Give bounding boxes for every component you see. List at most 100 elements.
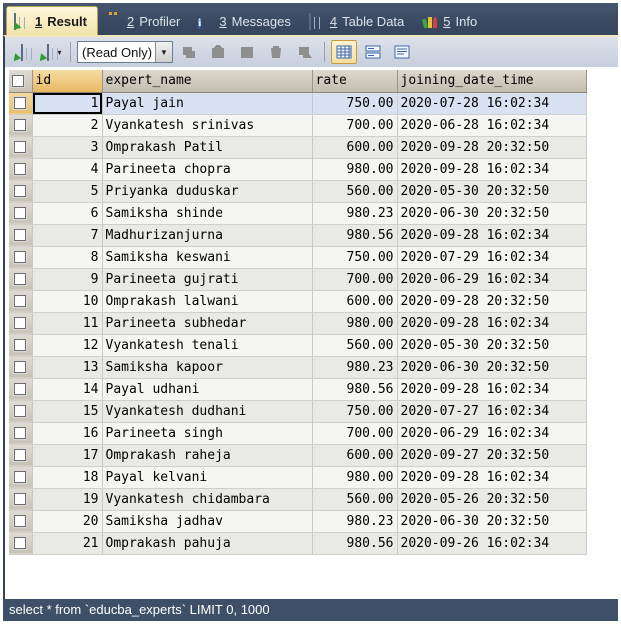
cell-joining-date-time[interactable]: 2020-09-28 16:02:34 <box>397 158 587 181</box>
cell-expert-name[interactable]: Madhurizanjurna <box>102 224 313 247</box>
table-row[interactable]: 9 Parineeta gujrati 700.00 2020-06-29 16… <box>9 268 587 291</box>
cell-rate[interactable]: 980.23 <box>312 356 398 379</box>
cell-joining-date-time[interactable]: 2020-09-28 16:02:34 <box>397 224 587 247</box>
table-row[interactable]: 11 Parineeta subhedar 980.00 2020-09-28 … <box>9 312 587 335</box>
cell-expert-name[interactable]: Vyankatesh tenali <box>102 334 313 357</box>
cell-rate[interactable]: 700.00 <box>312 422 398 445</box>
row-select-cell[interactable] <box>9 290 33 313</box>
cell-joining-date-time[interactable]: 2020-09-28 16:02:34 <box>397 466 587 489</box>
grid-view-button[interactable] <box>331 40 357 64</box>
cell-id[interactable]: 6 <box>32 202 103 225</box>
row-select-cell[interactable] <box>9 400 33 423</box>
cell-joining-date-time[interactable]: 2020-06-30 20:32:50 <box>397 202 587 225</box>
table-row[interactable]: 20 Samiksha jadhav 980.23 2020-06-30 20:… <box>9 510 587 533</box>
row-select-cell[interactable] <box>9 466 33 489</box>
row-select-cell[interactable] <box>9 246 33 269</box>
row-checkbox[interactable] <box>14 119 27 131</box>
tab-info[interactable]: 5 Info <box>415 8 487 35</box>
form-view-button[interactable] <box>360 40 386 64</box>
row-checkbox[interactable] <box>14 97 27 109</box>
cell-expert-name[interactable]: Payal kelvani <box>102 466 313 489</box>
row-select-cell[interactable] <box>9 224 33 247</box>
cell-expert-name[interactable]: Payal jain <box>102 92 313 115</box>
cell-expert-name[interactable]: Parineeta gujrati <box>102 268 313 291</box>
cell-expert-name[interactable]: Samiksha keswani <box>102 246 313 269</box>
cell-rate[interactable]: 560.00 <box>312 334 398 357</box>
cell-id[interactable]: 13 <box>32 356 103 379</box>
row-checkbox[interactable] <box>14 493 27 505</box>
row-checkbox[interactable] <box>14 537 27 549</box>
row-select-cell[interactable] <box>9 202 33 225</box>
cell-id[interactable]: 18 <box>32 466 103 489</box>
cell-rate[interactable]: 980.56 <box>312 532 398 555</box>
cell-joining-date-time[interactable]: 2020-09-26 16:02:34 <box>397 532 587 555</box>
row-select-cell[interactable] <box>9 378 33 401</box>
select-all-checkbox[interactable] <box>12 74 24 87</box>
table-row[interactable]: 18 Payal kelvani 980.00 2020-09-28 16:02… <box>9 466 587 489</box>
row-checkbox[interactable] <box>14 229 27 241</box>
row-select-cell[interactable] <box>9 334 33 357</box>
cell-expert-name[interactable]: Samiksha jadhav <box>102 510 313 533</box>
grid-options-button[interactable]: ▾ <box>37 40 64 64</box>
cell-joining-date-time[interactable]: 2020-09-27 20:32:50 <box>397 444 587 467</box>
table-row[interactable]: 7 Madhurizanjurna 980.56 2020-09-28 16:0… <box>9 224 587 247</box>
stop-button[interactable] <box>234 40 260 64</box>
row-checkbox[interactable] <box>14 207 27 219</box>
cell-rate[interactable]: 600.00 <box>312 444 398 467</box>
row-select-cell[interactable] <box>9 158 33 181</box>
cell-id[interactable]: 7 <box>32 224 103 247</box>
row-checkbox[interactable] <box>14 471 27 483</box>
cell-joining-date-time[interactable]: 2020-06-30 20:32:50 <box>397 510 587 533</box>
cell-expert-name[interactable]: Vyankatesh srinivas <box>102 114 313 137</box>
cell-id[interactable]: 9 <box>32 268 103 291</box>
cell-id[interactable]: 10 <box>32 290 103 313</box>
cell-rate[interactable]: 980.00 <box>312 312 398 335</box>
table-row[interactable]: 4 Parineeta chopra 980.00 2020-09-28 16:… <box>9 158 587 181</box>
cell-expert-name[interactable]: Priyanka duduskar <box>102 180 313 203</box>
row-checkbox[interactable] <box>14 361 27 373</box>
row-checkbox[interactable] <box>14 405 27 417</box>
delete-row-button[interactable] <box>263 40 289 64</box>
cell-expert-name[interactable]: Vyankatesh chidambara <box>102 488 313 511</box>
row-checkbox[interactable] <box>14 251 27 263</box>
table-row[interactable]: 19 Vyankatesh chidambara 560.00 2020-05-… <box>9 488 587 511</box>
row-checkbox[interactable] <box>14 515 27 527</box>
tab-table-data[interactable]: 4 Table Data <box>302 8 414 35</box>
cell-rate[interactable]: 600.00 <box>312 136 398 159</box>
row-checkbox[interactable] <box>14 339 27 351</box>
table-row[interactable]: 14 Payal udhani 980.56 2020-09-28 16:02:… <box>9 378 587 401</box>
cell-rate[interactable]: 600.00 <box>312 290 398 313</box>
cell-id[interactable]: 2 <box>32 114 103 137</box>
row-checkbox[interactable] <box>14 317 27 329</box>
cell-joining-date-time[interactable]: 2020-07-27 16:02:34 <box>397 400 587 423</box>
cell-joining-date-time[interactable]: 2020-07-28 16:02:34 <box>397 92 587 115</box>
cell-rate[interactable]: 700.00 <box>312 114 398 137</box>
revert-button[interactable] <box>292 40 318 64</box>
table-row[interactable]: 6 Samiksha shinde 980.23 2020-06-30 20:3… <box>9 202 587 225</box>
table-row[interactable]: 8 Samiksha keswani 750.00 2020-07-29 16:… <box>9 246 587 269</box>
cell-id[interactable]: 16 <box>32 422 103 445</box>
cell-joining-date-time[interactable]: 2020-09-28 20:32:50 <box>397 290 587 313</box>
cell-rate[interactable]: 980.23 <box>312 510 398 533</box>
column-header-joining-date-time[interactable]: joining_date_time <box>397 70 587 93</box>
cell-joining-date-time[interactable]: 2020-06-29 16:02:34 <box>397 268 587 291</box>
cell-id[interactable]: 12 <box>32 334 103 357</box>
cell-joining-date-time[interactable]: 2020-05-30 20:32:50 <box>397 334 587 357</box>
cell-id[interactable]: 15 <box>32 400 103 423</box>
table-row[interactable]: 5 Priyanka duduskar 560.00 2020-05-30 20… <box>9 180 587 203</box>
row-select-cell[interactable] <box>9 488 33 511</box>
cell-id[interactable]: 8 <box>32 246 103 269</box>
row-select-cell[interactable] <box>9 114 33 137</box>
row-checkbox[interactable] <box>14 185 27 197</box>
cell-joining-date-time[interactable]: 2020-07-29 16:02:34 <box>397 246 587 269</box>
cell-id[interactable]: 1 <box>32 92 103 115</box>
cell-id[interactable]: 20 <box>32 510 103 533</box>
cell-expert-name[interactable]: Parineeta singh <box>102 422 313 445</box>
tab-result[interactable]: 1 Result <box>6 6 98 35</box>
row-select-cell[interactable] <box>9 136 33 159</box>
text-view-button[interactable] <box>389 40 415 64</box>
cell-id[interactable]: 3 <box>32 136 103 159</box>
table-row[interactable]: 17 Omprakash raheja 600.00 2020-09-27 20… <box>9 444 587 467</box>
cell-id[interactable]: 17 <box>32 444 103 467</box>
column-header-rate[interactable]: rate <box>312 70 398 93</box>
